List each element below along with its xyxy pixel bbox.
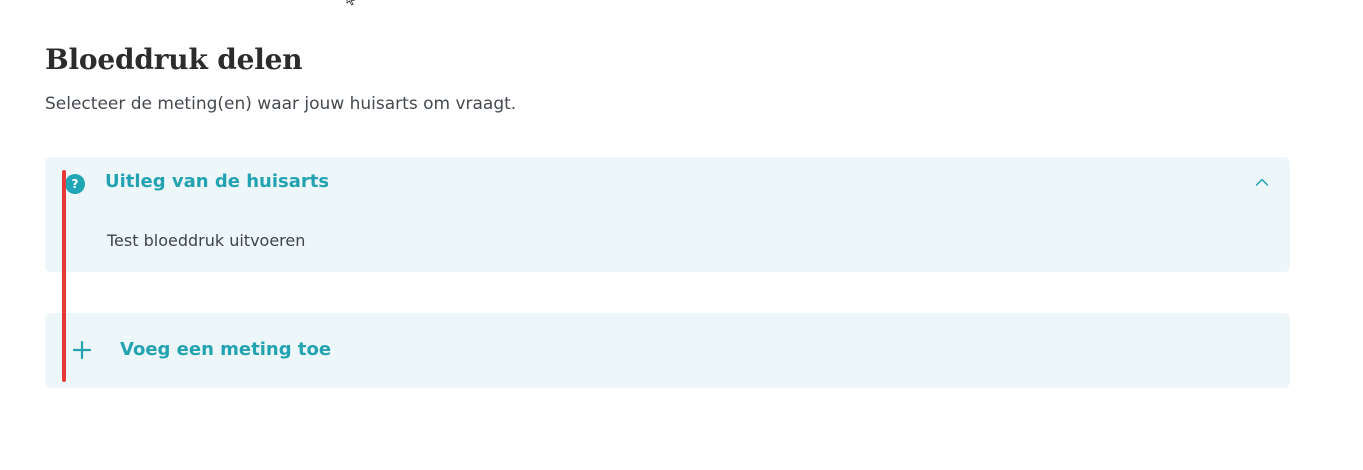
add-measurement-label: Voeg een meting toe bbox=[120, 339, 332, 360]
chevron-up-icon[interactable] bbox=[1254, 174, 1270, 190]
explanation-title: Uitleg van de huisarts bbox=[105, 171, 330, 192]
explanation-toggle[interactable]: ? Uitleg van de huisarts bbox=[45, 157, 1290, 207]
explanation-body: Test bloeddruk uitvoeren bbox=[107, 231, 306, 250]
focus-marker bbox=[62, 170, 66, 382]
page-title: Bloeddruk delen bbox=[45, 43, 303, 76]
mouse-cursor-icon bbox=[346, 0, 356, 6]
plus-icon bbox=[73, 341, 91, 359]
page: Bloeddruk delen Selecteer de meting(en) … bbox=[0, 0, 1363, 470]
explanation-panel: ? Uitleg van de huisarts Test bloeddruk … bbox=[45, 157, 1290, 272]
page-subtitle: Selecteer de meting(en) waar jouw huisar… bbox=[45, 94, 517, 114]
question-icon: ? bbox=[65, 174, 85, 194]
add-measurement-button[interactable]: Voeg een meting toe bbox=[45, 313, 1290, 388]
